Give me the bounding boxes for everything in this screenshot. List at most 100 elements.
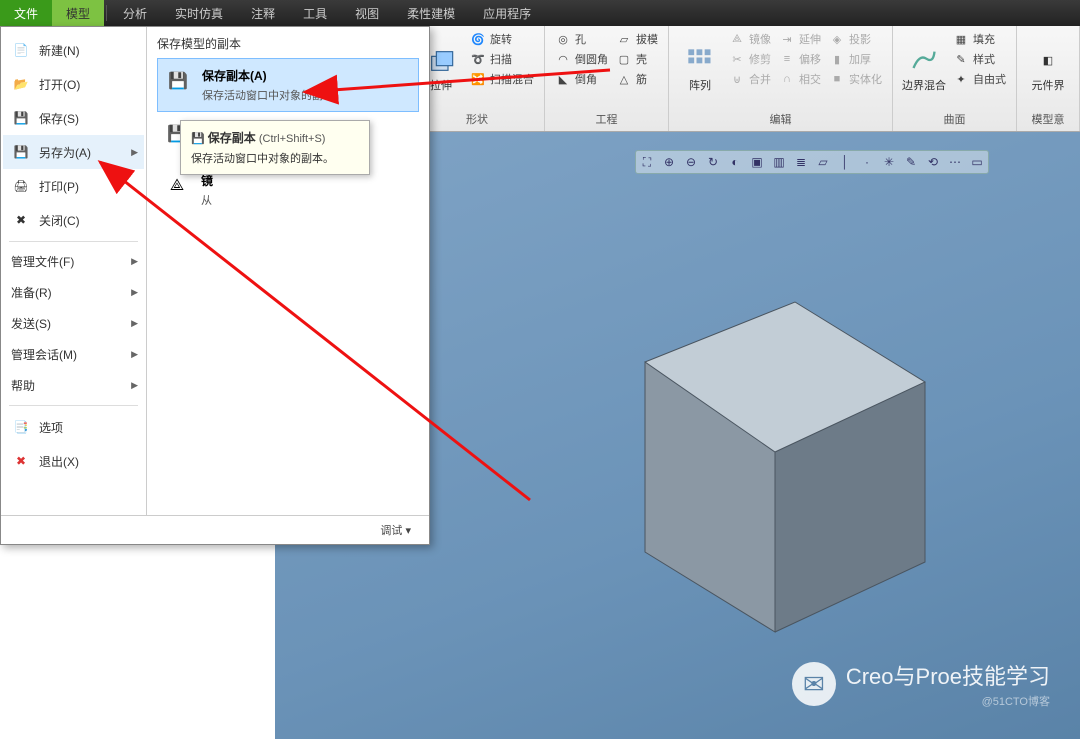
menu-help[interactable]: 帮助	[3, 370, 144, 401]
menu-new[interactable]: 📄新建(N)	[3, 33, 144, 67]
chamfer-icon: ◣	[555, 71, 571, 87]
menu-debug[interactable]: 调试 ▾	[1, 515, 429, 544]
csys-icon[interactable]: ✳	[880, 153, 898, 171]
menu-prepare[interactable]: 准备(R)	[3, 277, 144, 308]
submenu-savecopy[interactable]: 💾 保存副本(A)保存活动窗口中对象的副本。	[157, 58, 419, 112]
zoom-fit-icon[interactable]: ⛶	[638, 153, 656, 171]
tooltip-icon: 💾	[191, 133, 205, 145]
merge-icon: ⊎	[729, 71, 745, 87]
saved-view-icon[interactable]: ▥	[770, 153, 788, 171]
sweep-button[interactable]: ➰扫描	[468, 50, 536, 68]
hole-button[interactable]: ◎孔	[553, 30, 610, 48]
project-button[interactable]: ◈投影	[827, 30, 884, 48]
tab-model[interactable]: 模型	[52, 0, 104, 26]
menu-print[interactable]: 🖨打印(P)	[3, 169, 144, 203]
thicken-button[interactable]: ▮加厚	[827, 50, 884, 68]
pattern-button[interactable]: 阵列	[677, 30, 723, 109]
menu-exit[interactable]: ✖退出(X)	[3, 444, 144, 478]
trim-icon: ✂	[729, 51, 745, 67]
menu-session[interactable]: 管理会话(M)	[3, 339, 144, 370]
menu-saveas[interactable]: 💾另存为(A)	[3, 135, 144, 169]
print-icon: 🖨	[11, 176, 31, 196]
cube-model	[605, 262, 945, 642]
datum-axis-icon[interactable]: │	[836, 153, 854, 171]
tab-annotate[interactable]: 注释	[237, 0, 289, 26]
refit-icon[interactable]: ↻	[704, 153, 722, 171]
select-icon[interactable]: ▭	[968, 153, 986, 171]
view-icon[interactable]: ▣	[748, 153, 766, 171]
sweep-icon: ➰	[470, 51, 486, 67]
menu-options[interactable]: 📑选项	[3, 410, 144, 444]
chamfer-button[interactable]: ◣倒角	[553, 70, 610, 88]
mirror-button[interactable]: ⟁镜像	[727, 30, 773, 48]
blend-icon: 🔀	[470, 71, 486, 87]
round-icon: ◠	[555, 51, 571, 67]
ribbon-group-edit: 阵列 ⟁镜像 ✂修剪 ⊎合并 ⇥延伸 ≡偏移 ∩相交 ◈投影 ▮加厚 ■实体化 …	[669, 26, 893, 131]
menu-send[interactable]: 发送(S)	[3, 308, 144, 339]
free-icon: ✦	[953, 71, 969, 87]
menu-close[interactable]: ✖关闭(C)	[3, 203, 144, 237]
rib-button[interactable]: △筋	[614, 70, 660, 88]
rib-icon: △	[616, 71, 632, 87]
offset-button[interactable]: ≡偏移	[777, 50, 823, 68]
tooltip: 💾 保存副本 (Ctrl+Shift+S) 保存活动窗口中对象的副本。	[180, 120, 370, 175]
tab-app[interactable]: 应用程序	[469, 0, 545, 26]
tab-file[interactable]: 文件	[0, 0, 52, 26]
trim-button[interactable]: ✂修剪	[727, 50, 773, 68]
saveas-icon: 💾	[11, 142, 31, 162]
exit-icon: ✖	[11, 451, 31, 471]
offset-icon: ≡	[779, 51, 795, 67]
spin-icon[interactable]: ⟲	[924, 153, 942, 171]
mirror-icon: ⟁	[729, 31, 745, 47]
zoom-out-icon[interactable]: ⊖	[682, 153, 700, 171]
extend-button[interactable]: ⇥延伸	[777, 30, 823, 48]
options-icon: 📑	[11, 417, 31, 437]
shade-icon[interactable]: ◐	[726, 153, 744, 171]
datum-point-icon[interactable]: ·	[858, 153, 876, 171]
fill-button[interactable]: ▦填充	[951, 30, 1008, 48]
tab-flex[interactable]: 柔性建模	[393, 0, 469, 26]
boundary-button[interactable]: 边界混合	[901, 30, 947, 109]
draft-button[interactable]: ▱拔模	[614, 30, 660, 48]
hole-icon: ◎	[555, 31, 571, 47]
ribbon-group-eng: ◎孔 ◠倒圆角 ◣倒角 ▱拔模 ▢壳 △筋 工程	[545, 26, 669, 131]
more-icon[interactable]: ⋯	[946, 153, 964, 171]
datum-plane-icon[interactable]: ▱	[814, 153, 832, 171]
new-file-icon: 📄	[11, 40, 31, 60]
free-button[interactable]: ✦自由式	[951, 70, 1008, 88]
menu-manage[interactable]: 管理文件(F)	[3, 246, 144, 277]
close-icon: ✖	[11, 210, 31, 230]
revolve-button[interactable]: 🌀旋转	[468, 30, 536, 48]
style-icon: ✎	[953, 51, 969, 67]
open-folder-icon: 📂	[11, 74, 31, 94]
fill-icon: ▦	[953, 31, 969, 47]
zoom-in-icon[interactable]: ⊕	[660, 153, 678, 171]
savecopy-icon: 💾	[164, 67, 192, 95]
menu-save[interactable]: 💾保存(S)	[3, 101, 144, 135]
menu-open[interactable]: 📂打开(O)	[3, 67, 144, 101]
tab-analysis[interactable]: 分析	[109, 0, 161, 26]
blend-button[interactable]: 🔀扫描混合	[468, 70, 536, 88]
solidify-button[interactable]: ■实体化	[827, 70, 884, 88]
layer-icon[interactable]: ≣	[792, 153, 810, 171]
style-button[interactable]: ✎样式	[951, 50, 1008, 68]
ribbon-group-surface: 边界混合 ▦填充 ✎样式 ✦自由式 曲面	[893, 26, 1017, 131]
component-button[interactable]: ◧ 元件界	[1025, 30, 1071, 109]
group-title: 形状	[418, 109, 536, 129]
menu-bar: 文件 模型 分析 实时仿真 注释 工具 视图 柔性建模 应用程序	[0, 0, 1080, 26]
shell-icon: ▢	[616, 51, 632, 67]
annot-icon[interactable]: ✎	[902, 153, 920, 171]
file-menu-right: 保存模型的副本 💾 保存副本(A)保存活动窗口中对象的副本。 💾 保存备份(B)…	[147, 27, 429, 515]
tab-sim[interactable]: 实时仿真	[161, 0, 237, 26]
extrude-icon	[427, 47, 455, 75]
tab-tools[interactable]: 工具	[289, 0, 341, 26]
tab-view[interactable]: 视图	[341, 0, 393, 26]
intersect-icon: ∩	[779, 71, 795, 87]
merge-button[interactable]: ⊎合并	[727, 70, 773, 88]
wechat-icon: ✉	[792, 662, 836, 706]
pattern-icon	[686, 47, 714, 75]
shell-button[interactable]: ▢壳	[614, 50, 660, 68]
intersect-button[interactable]: ∩相交	[777, 70, 823, 88]
draft-icon: ▱	[616, 31, 632, 47]
round-button[interactable]: ◠倒圆角	[553, 50, 610, 68]
